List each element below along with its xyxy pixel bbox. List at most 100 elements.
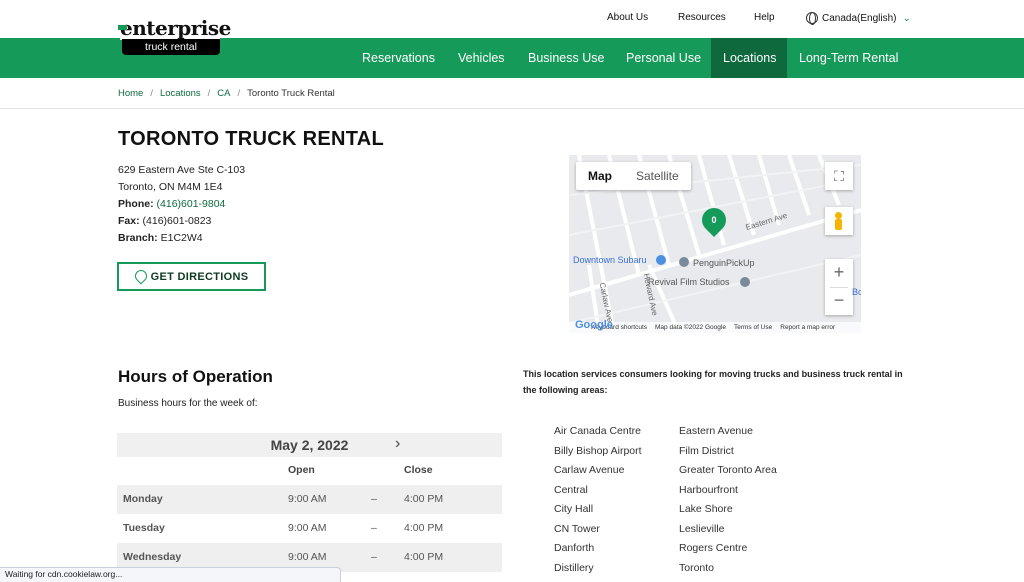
map-label-penguin: PenguinPickUp — [693, 258, 755, 268]
open-header: Open — [288, 464, 315, 476]
fax-value: (416)601-0823 — [142, 215, 212, 227]
area-item: Air Canada Centre — [554, 425, 641, 437]
help-link[interactable]: Help — [754, 12, 775, 23]
report-map-error-link[interactable]: Report a map error — [780, 322, 835, 333]
satellite-tab[interactable]: Satellite — [624, 162, 691, 190]
breadcrumb-separator: / — [237, 88, 241, 99]
get-directions-button[interactable]: GET DIRECTIONS — [117, 262, 266, 291]
service-areas: Air Canada Centre Billy Bishop Airport C… — [554, 424, 814, 580]
areas-column-1: Air Canada Centre Billy Bishop Airport C… — [554, 424, 679, 580]
close-time: 4:00 PM — [404, 493, 444, 505]
nav-locations[interactable]: Locations — [711, 38, 787, 78]
area-item: Leslieville — [679, 522, 725, 535]
breadcrumb-separator: / — [207, 88, 211, 99]
hours-table: May 2, 2022 › Open Close Monday 9:00 AM … — [117, 433, 502, 572]
area-item: Greater Toronto Area — [679, 464, 777, 476]
logo-accent — [118, 25, 127, 30]
area-item: Carlaw Avenue — [554, 464, 625, 476]
breadcrumb-current: Toronto Truck Rental — [247, 88, 335, 99]
service-areas-intro: This location services consumers looking… — [523, 369, 903, 395]
terms-of-use-link[interactable]: Terms of Use — [734, 322, 772, 333]
branch-value: E1C2W4 — [160, 232, 203, 244]
map-data-attribution: Map data ©2022 Google — [655, 324, 726, 331]
close-header: Close — [404, 464, 433, 476]
enterprise-truck-rental-logo[interactable]: enterprise truck rental — [118, 16, 231, 58]
week-selector: May 2, 2022 › — [117, 433, 502, 457]
location-address: 629 Eastern Ave Ste C-103 Toronto, ON M4… — [118, 162, 245, 247]
nav-business-use[interactable]: Business Use — [516, 38, 616, 78]
map-label-revival: Revival Film Studios — [648, 277, 730, 287]
open-time: 9:00 AM — [288, 551, 327, 563]
zoom-in-button[interactable]: + — [825, 259, 853, 287]
fax-label: Fax: — [118, 215, 140, 227]
day-name: Wednesday — [123, 551, 182, 563]
chevron-down-icon: ⌄ — [902, 12, 911, 24]
time-separator: – — [371, 493, 377, 505]
breadcrumb-separator: / — [150, 88, 153, 99]
car-dealer-icon — [656, 255, 666, 265]
close-time: 4:00 PM — [404, 522, 444, 534]
area-item: CN Tower — [554, 522, 600, 535]
zoom-divider — [830, 287, 848, 288]
table-row: Monday 9:00 AM – 4:00 PM — [117, 485, 502, 514]
nav-long-term-rental[interactable]: Long-Term Rental — [787, 38, 910, 78]
breadcrumb: Home / Locations / CA / Toronto Truck Re… — [118, 88, 335, 99]
fax-line: Fax: (416)601-0823 — [118, 213, 245, 230]
logo-wordmark: enterprise — [120, 16, 231, 40]
breadcrumb-locations[interactable]: Locations — [160, 88, 201, 99]
area-item: Eastern Avenue — [679, 425, 753, 437]
area-item: Danforth — [554, 542, 595, 554]
time-separator: – — [371, 551, 377, 563]
browser-status-bar: Waiting for cdn.cookielaw.org... — [0, 567, 341, 582]
breadcrumb-province[interactable]: CA — [217, 88, 230, 99]
hours-columns: Open Close — [117, 457, 502, 485]
map-tab[interactable]: Map — [576, 162, 624, 190]
globe-icon — [806, 12, 818, 25]
map-pin-icon — [135, 270, 145, 283]
hours-title: Hours of Operation — [118, 367, 273, 386]
address-street: 629 Eastern Ave Ste C-103 — [118, 164, 246, 176]
chevron-right-icon[interactable]: › — [395, 435, 400, 453]
area-item: Harbourfront — [679, 483, 738, 496]
page-title: TORONTO TRUCK RENTAL — [118, 128, 384, 150]
open-time: 9:00 AM — [288, 493, 327, 505]
area-item: Lake Shore — [679, 503, 733, 515]
breadcrumb-home[interactable]: Home — [118, 88, 143, 99]
table-row: Tuesday 9:00 AM – 4:00 PM — [117, 514, 502, 543]
street-view-pegman-icon[interactable] — [825, 207, 853, 235]
week-date: May 2, 2022 — [270, 437, 349, 453]
get-directions-label: GET DIRECTIONS — [150, 270, 249, 283]
zoom-out-button[interactable]: − — [825, 287, 853, 315]
nav-reservations[interactable]: Reservations — [350, 38, 447, 78]
day-name: Tuesday — [123, 522, 165, 534]
resources-link[interactable]: Resources — [678, 12, 726, 23]
logo-subtitle: truck rental — [122, 39, 220, 55]
phone-line: Phone: (416)601-9804 — [118, 196, 245, 213]
areas-column-2: Eastern Avenue Film District Greater Tor… — [679, 424, 804, 580]
branch-label: Branch: — [118, 232, 158, 244]
nav-vehicles[interactable]: Vehicles — [446, 38, 517, 78]
poi-pin-icon — [679, 257, 689, 267]
nav-personal-use[interactable]: Personal Use — [614, 38, 713, 78]
close-time: 4:00 PM — [404, 551, 444, 563]
map-label-edge: Bc — [852, 287, 861, 297]
open-time: 9:00 AM — [288, 522, 327, 534]
fullscreen-icon[interactable]: ⛶ — [825, 162, 853, 190]
map-label-downtown-subaru: Downtown Subaru — [573, 255, 647, 265]
time-separator: – — [371, 522, 377, 534]
area-item: Central — [554, 483, 588, 496]
poi-pin-icon — [740, 277, 750, 287]
country-selector[interactable]: Canada(English) ⌄ — [806, 12, 911, 25]
day-name: Monday — [123, 493, 163, 505]
country-label: Canada(English) — [822, 12, 897, 24]
phone-link[interactable]: (416)601-9804 — [157, 198, 226, 210]
location-map[interactable]: Map Satellite ⛶ + − 0 Eastern Ave Downto… — [569, 155, 861, 333]
map-type-toggle: Map Satellite — [576, 162, 691, 190]
phone-label: Phone: — [118, 198, 154, 210]
about-us-link[interactable]: About Us — [607, 12, 648, 23]
area-item: Film District — [679, 444, 734, 457]
hours-subtitle: Business hours for the week of: — [118, 398, 258, 409]
address-city: Toronto, ON M4M 1E4 — [118, 181, 223, 193]
zoom-controls: + − — [825, 259, 853, 315]
area-item: Toronto — [679, 561, 715, 574]
